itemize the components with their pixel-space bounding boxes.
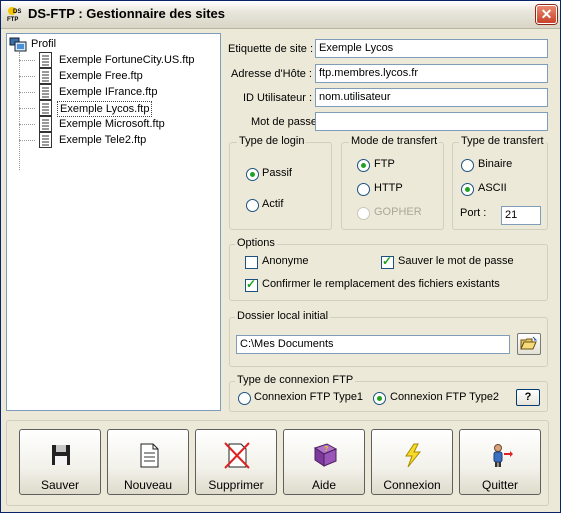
options-group: Options Anonyme Sauver le mot de passe C… <box>229 237 548 301</box>
delete-button[interactable]: Supprimer <box>195 429 277 495</box>
help-button[interactable]: ? Aide <box>283 429 365 495</box>
anonyme-label: Anonyme <box>262 255 309 267</box>
site-label-input[interactable]: Exemple Lycos <box>315 39 548 58</box>
user-input[interactable]: nom.utilisateur <box>315 88 548 107</box>
connection-type2-label: Connexion FTP Type2 <box>390 391 500 403</box>
quit-button[interactable]: Quitter <box>459 429 541 495</box>
user-label: ID Utilisateur : <box>243 92 313 104</box>
transfer-mode-title: Mode de transfert <box>349 135 440 147</box>
site-tree[interactable]: Profil Exemple FortuneCity.US.ftp Exempl… <box>6 33 221 411</box>
ftp-file-icon <box>39 132 52 148</box>
transfer-type-group: Type de transfert Binaire ASCII Port : 2… <box>452 135 548 230</box>
ascii-label: ASCII <box>478 182 507 194</box>
ftp-file-icon <box>39 68 52 84</box>
passif-label: Passif <box>262 167 292 179</box>
ftp-file-icon <box>39 52 52 68</box>
connection-type1-label: Connexion FTP Type1 <box>254 391 364 403</box>
login-type-title: Type de login <box>237 135 307 147</box>
close-button[interactable]: ✕ <box>536 5 557 24</box>
local-folder-title: Dossier local initial <box>235 310 331 322</box>
gopher-radio[interactable] <box>357 207 370 220</box>
http-radio[interactable] <box>357 183 370 196</box>
ftp-radio[interactable] <box>357 159 370 172</box>
ftp-file-icon <box>39 100 52 116</box>
actif-radio[interactable] <box>246 199 259 212</box>
ftp-label: FTP <box>374 158 395 170</box>
tree-item-label: Exemple Tele2.ftp <box>59 134 147 146</box>
main-window: DS FTP DS-FTP : Gestionnaire des sites ✕… <box>0 0 561 513</box>
tree-connector <box>19 52 20 170</box>
http-label: HTTP <box>374 182 403 194</box>
quit-button-label: Quitter <box>481 478 518 492</box>
new-button-label: Nouveau <box>123 478 173 492</box>
profile-folder-icon <box>9 37 27 52</box>
ascii-radio[interactable] <box>461 183 474 196</box>
login-type-group: Type de login Passif Actif <box>229 135 332 230</box>
host-input[interactable]: ftp.membres.lycos.fr <box>315 64 548 83</box>
tree-item-label: Exemple FortuneCity.US.ftp <box>59 54 195 66</box>
connection-type-title: Type de connexion FTP <box>235 374 356 386</box>
save-button-label: Sauver <box>40 478 80 492</box>
open-folder-icon <box>520 336 538 350</box>
help-book-icon: ? <box>313 443 338 467</box>
host-label: Adresse d'Hôte : <box>231 68 312 80</box>
new-button[interactable]: Nouveau <box>107 429 189 495</box>
app-icon: DS FTP <box>7 7 21 23</box>
tree-item-label: Exemple Microsoft.ftp <box>59 118 165 130</box>
connect-button-label: Connexion <box>383 478 441 492</box>
tree-root-label: Profil <box>31 38 57 50</box>
save-password-checkbox[interactable] <box>381 254 394 269</box>
title-bar[interactable]: DS FTP DS-FTP : Gestionnaire des sites ✕ <box>1 1 560 29</box>
tree-item-label: Exemple Free.ftp <box>59 70 143 82</box>
confirm-overwrite-checkbox[interactable] <box>245 277 258 292</box>
ftp-file-icon <box>39 84 52 100</box>
save-button[interactable]: Sauver <box>19 429 101 495</box>
connection-type1-radio[interactable] <box>238 392 251 405</box>
anonyme-checkbox[interactable] <box>245 256 258 269</box>
save-password-label: Sauver le mot de passe <box>398 255 514 267</box>
connection-type2-radio[interactable] <box>373 392 386 405</box>
tree-item-label: Exemple IFrance.ftp <box>59 86 158 98</box>
exit-user-icon <box>493 444 513 467</box>
close-icon: ✕ <box>540 6 553 22</box>
password-label: Mot de passe : <box>251 116 324 128</box>
window-title: DS-FTP : Gestionnaire des sites <box>28 6 225 21</box>
browse-folder-button[interactable] <box>517 333 541 355</box>
svg-text:?: ? <box>324 446 328 453</box>
svg-text:FTP: FTP <box>7 17 18 23</box>
ftp-file-icon <box>39 116 52 132</box>
site-label: Etiquette de site : <box>228 43 313 55</box>
confirm-overwrite-label: Confirmer le remplacement des fichiers e… <box>262 278 500 290</box>
svg-text:DS: DS <box>13 9 21 15</box>
password-input[interactable] <box>315 112 548 131</box>
local-folder-input[interactable]: C:\Mes Documents <box>236 335 510 354</box>
actif-label: Actif <box>262 198 284 210</box>
new-document-icon <box>140 443 159 468</box>
local-folder-group: Dossier local initial C:\Mes Documents <box>229 310 548 367</box>
port-label: Port : <box>460 207 487 219</box>
options-title: Options <box>235 237 277 249</box>
port-input[interactable]: 21 <box>501 206 541 225</box>
binaire-radio[interactable] <box>461 159 474 172</box>
lightning-icon <box>405 443 422 468</box>
transfer-mode-group: Mode de transfert FTP HTTP GOPHER <box>341 135 444 230</box>
delete-document-icon <box>224 442 250 469</box>
connect-button[interactable]: Connexion <box>371 429 453 495</box>
binaire-label: Binaire <box>478 158 513 170</box>
connection-help-button[interactable]: ? <box>516 389 540 406</box>
tree-item-label: Exemple Lycos.ftp <box>57 101 153 117</box>
delete-button-label: Supprimer <box>208 478 264 492</box>
floppy-icon <box>52 445 70 465</box>
help-button-label: Aide <box>311 478 337 492</box>
connection-type-group: Type de connexion FTP Connexion FTP Type… <box>229 374 548 412</box>
transfer-type-title: Type de transfert <box>459 135 546 147</box>
passif-radio[interactable] <box>246 168 259 181</box>
gopher-label: GOPHER <box>374 206 422 218</box>
